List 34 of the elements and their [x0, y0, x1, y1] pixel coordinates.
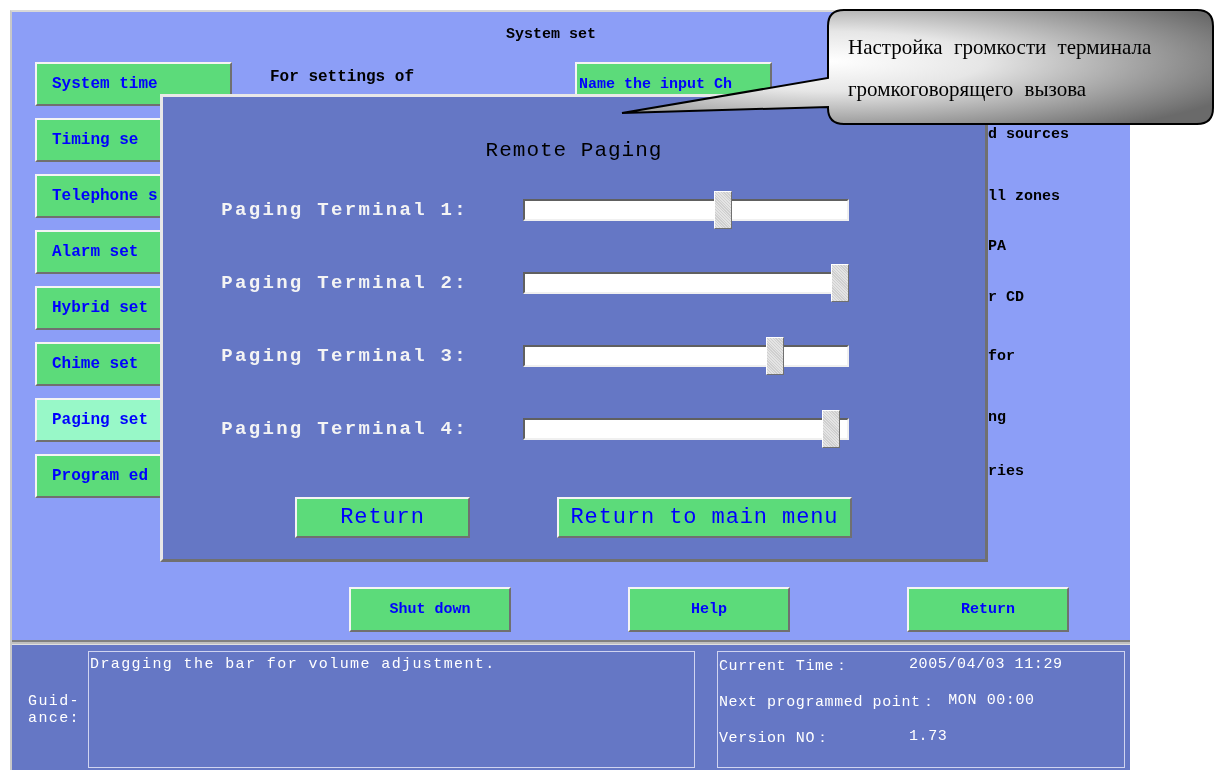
option-text: r CD: [988, 288, 1025, 308]
guidance-label: ance:: [28, 709, 81, 727]
option-text: PA: [988, 237, 1007, 257]
info-value: 2005/04/03 11:29: [909, 656, 1063, 675]
menu-button[interactable]: System time: [35, 62, 232, 106]
slider-thumb[interactable]: [831, 263, 849, 302]
action-button[interactable]: Return: [907, 587, 1069, 632]
info-label: Next programmed point：: [719, 693, 937, 711]
callout-text: Настройка громкости терминала громкоговорящего вызова: [848, 34, 1153, 103]
info-text: For settings of: [270, 68, 415, 86]
action-button[interactable]: Help: [628, 587, 790, 632]
volume-slider[interactable]: [523, 336, 849, 375]
volume-slider[interactable]: [523, 409, 849, 448]
info-value: MON 00:00: [948, 692, 1035, 711]
option-text: for: [988, 347, 1016, 367]
action-button[interactable]: Shut down: [349, 587, 511, 632]
info-label: Version NO：: [719, 729, 832, 747]
option-text: ries: [988, 462, 1025, 482]
slider-thumb[interactable]: [713, 190, 732, 229]
screen-title: System set: [506, 26, 596, 43]
volume-slider[interactable]: [523, 263, 849, 302]
option-text: d sources: [988, 125, 1069, 145]
volume-slider[interactable]: [523, 190, 849, 229]
info-value: 1.73: [909, 728, 948, 747]
dialog-button[interactable]: Return: [295, 497, 470, 538]
guidance-box: Dragging the bar for volume adjustment.: [88, 651, 695, 768]
guidance-label: Guid-: [28, 692, 81, 710]
option-text: ng: [988, 408, 1007, 428]
option-text: ll zones: [988, 187, 1061, 207]
slider-thumb[interactable]: [766, 336, 785, 375]
dialog-button[interactable]: Return to main menu: [557, 497, 852, 538]
dialog-title: Remote Paging: [485, 139, 663, 162]
slider-thumb[interactable]: [821, 409, 840, 448]
info-label: Current Time：: [719, 657, 851, 675]
